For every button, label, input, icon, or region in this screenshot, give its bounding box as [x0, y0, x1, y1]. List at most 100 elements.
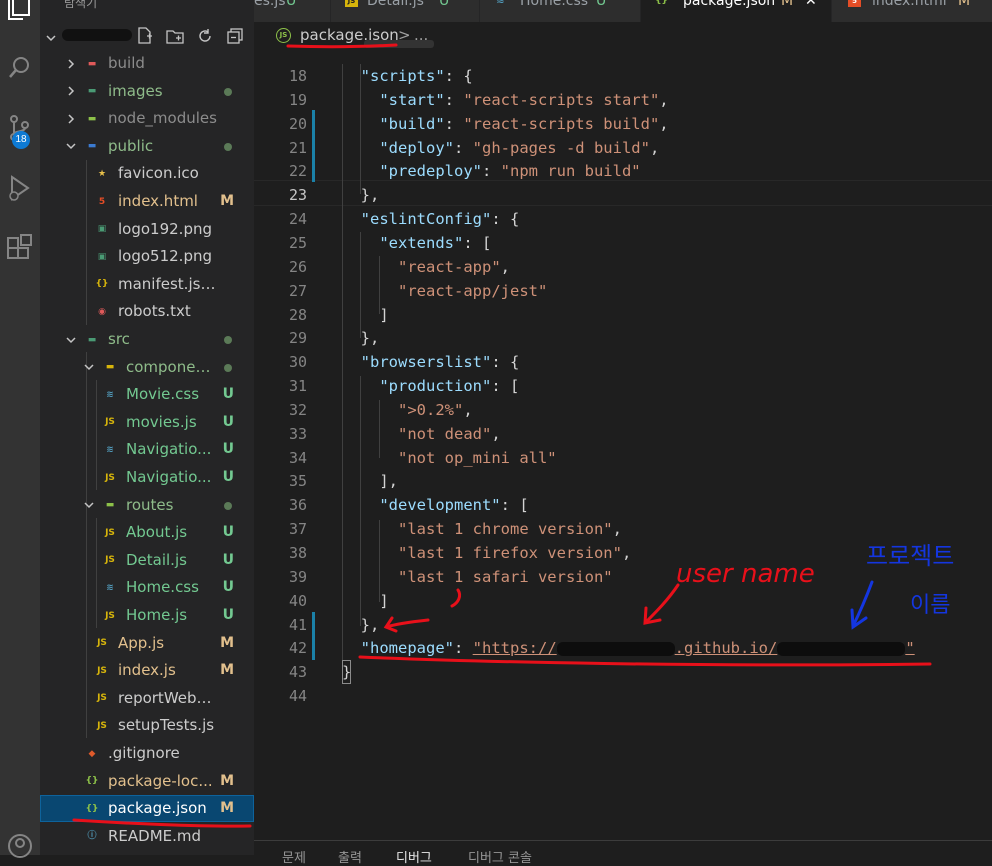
panel-tab-problems[interactable]: 문제 — [282, 847, 306, 866]
punctuation: : [ — [491, 377, 520, 396]
tree-file[interactable]: ≋ Home.css U — [40, 574, 254, 601]
tree-folder[interactable]: ▬ src — [40, 326, 254, 353]
extensions-icon[interactable] — [0, 228, 40, 268]
punctuation: }, — [342, 615, 380, 634]
tree-folder[interactable]: ▬ components — [40, 354, 254, 381]
code-line: "not op_mini all" — [342, 446, 557, 470]
json-key: "predeploy" — [379, 162, 482, 181]
tree-file[interactable]: JS About.js U — [40, 519, 254, 546]
punctuation: , — [612, 520, 622, 539]
tree-file[interactable]: JS movies.js U — [40, 409, 254, 436]
tree-folder[interactable]: ▬ public — [40, 133, 254, 160]
json-key: "eslintConfig" — [360, 210, 492, 229]
tree-folder[interactable]: ▬ images — [40, 78, 254, 105]
tree-folder[interactable]: ▬ node_modules — [40, 105, 254, 132]
run-debug-icon[interactable] — [0, 168, 40, 208]
panel-tab-debug[interactable]: 디버그 — [396, 847, 432, 866]
code-line: "build": "react-scripts build", — [342, 112, 669, 136]
tree-file[interactable]: JS Navigatio... U — [40, 464, 254, 491]
punctuation — [342, 520, 398, 538]
tree-file[interactable]: ◉ robots.txt — [40, 298, 254, 325]
tree-file[interactable]: ⓘ README.md — [40, 823, 254, 850]
css-icon: ≋ — [106, 582, 114, 593]
tree-file[interactable]: JS Home.js U — [40, 602, 254, 629]
chevron-right-icon — [64, 78, 78, 105]
tree-file[interactable]: JS Detail.js U — [40, 547, 254, 574]
panel-tab-output[interactable]: 출력 — [338, 847, 362, 866]
punctuation: : { — [491, 210, 520, 229]
punctuation — [342, 425, 398, 443]
code-line: }, — [342, 613, 380, 637]
tab-index-html[interactable]: 5 index.html M — [832, 0, 992, 22]
bracket-match-highlight — [342, 660, 351, 684]
code-line: "eslintConfig": { — [342, 207, 520, 231]
tab-movies-js[interactable]: es.js U — [254, 0, 331, 22]
tree-file[interactable]: 5 index.html M — [40, 188, 254, 215]
tab-detail-js[interactable]: JS Detail.js U — [331, 0, 480, 22]
tree-item-label: Movie.css — [126, 385, 200, 404]
punctuation: : — [453, 138, 473, 157]
redacted-text — [556, 641, 675, 656]
code-line: "start": "react-scripts start", — [342, 88, 668, 112]
punctuation: : — [454, 639, 473, 658]
punctuation: : [ — [463, 233, 492, 252]
redacted-text — [777, 641, 906, 656]
refresh-icon[interactable] — [196, 26, 214, 46]
new-file-icon[interactable] — [136, 26, 154, 46]
tree-folder[interactable]: ▬ build — [40, 50, 254, 77]
tree-file[interactable]: ◆ .gitignore — [40, 740, 254, 767]
tree-item-label: components — [126, 357, 218, 376]
modified-dot-icon — [224, 501, 232, 510]
tree-file[interactable]: {} package-loc... M — [40, 768, 254, 795]
new-folder-icon[interactable] — [166, 26, 184, 46]
git-status-badge: U — [222, 551, 234, 568]
code-line: "extends": [ — [342, 231, 491, 255]
tree-file[interactable]: JS App.js M — [40, 630, 254, 657]
line-number: 26 — [288, 257, 307, 276]
line-number: 29 — [288, 329, 307, 348]
tree-file[interactable]: ▣ logo512.png — [40, 243, 254, 270]
tree-file[interactable]: {} package.json M — [40, 795, 254, 823]
modified-dot-icon — [224, 142, 232, 151]
tab-home-css[interactable]: ≋ Home.css U — [480, 0, 641, 22]
chevron-down-icon — [82, 492, 96, 519]
tree-file[interactable]: JS setupTests.js — [40, 712, 254, 739]
line-number: 40 — [288, 591, 307, 610]
tree-item-label: App.js — [118, 633, 165, 652]
search-icon[interactable] — [0, 48, 40, 88]
json-string: " — [905, 639, 915, 658]
tree-file[interactable]: ▣ logo192.png — [40, 216, 254, 243]
json-key: "development" — [379, 496, 501, 515]
js-icon: JS — [97, 693, 107, 704]
tree-item-label: About.js — [126, 523, 188, 542]
account-icon[interactable] — [0, 826, 40, 866]
punctuation — [342, 401, 398, 419]
tree-folder[interactable]: ▬ routes — [40, 492, 254, 519]
tree-item-label: manifest.json — [118, 274, 218, 293]
panel-tab-debug-console[interactable]: 디버그 콘솔 — [468, 847, 532, 866]
line-number: 41 — [288, 615, 307, 634]
tab-label: es.js — [254, 0, 286, 9]
punctuation — [342, 568, 398, 586]
tree-file[interactable]: JS index.js M — [40, 657, 254, 684]
tree-item-label: .gitignore — [108, 744, 180, 762]
code-line: ] — [342, 589, 388, 613]
json-icon: {} — [85, 803, 99, 814]
tree-file[interactable]: ≋ Navigatio... U — [40, 436, 254, 463]
code-editor[interactable]: 18 "scripts": {19 "start": "react-script… — [254, 40, 992, 840]
tab-package-json[interactable]: {} package.json M ✕ — [641, 0, 832, 22]
punctuation: }, — [342, 329, 380, 348]
tree-item-label: images — [108, 81, 163, 100]
punctuation: , — [659, 114, 669, 133]
tree-file[interactable]: JS reportWebVitals.js — [40, 685, 254, 712]
tree-file[interactable]: {} manifest.json — [40, 271, 254, 298]
tree-file[interactable]: ★ favicon.ico — [40, 160, 254, 187]
collapse-icon[interactable] — [226, 26, 244, 46]
close-icon[interactable]: ✕ — [805, 0, 817, 9]
tree-file[interactable]: ≋ Movie.css U — [40, 381, 254, 408]
css-icon: ≋ — [496, 0, 505, 6]
punctuation: , — [649, 138, 660, 157]
line-number: 34 — [288, 448, 307, 467]
explorer-icon[interactable] — [0, 0, 40, 26]
punctuation: : — [444, 114, 464, 133]
